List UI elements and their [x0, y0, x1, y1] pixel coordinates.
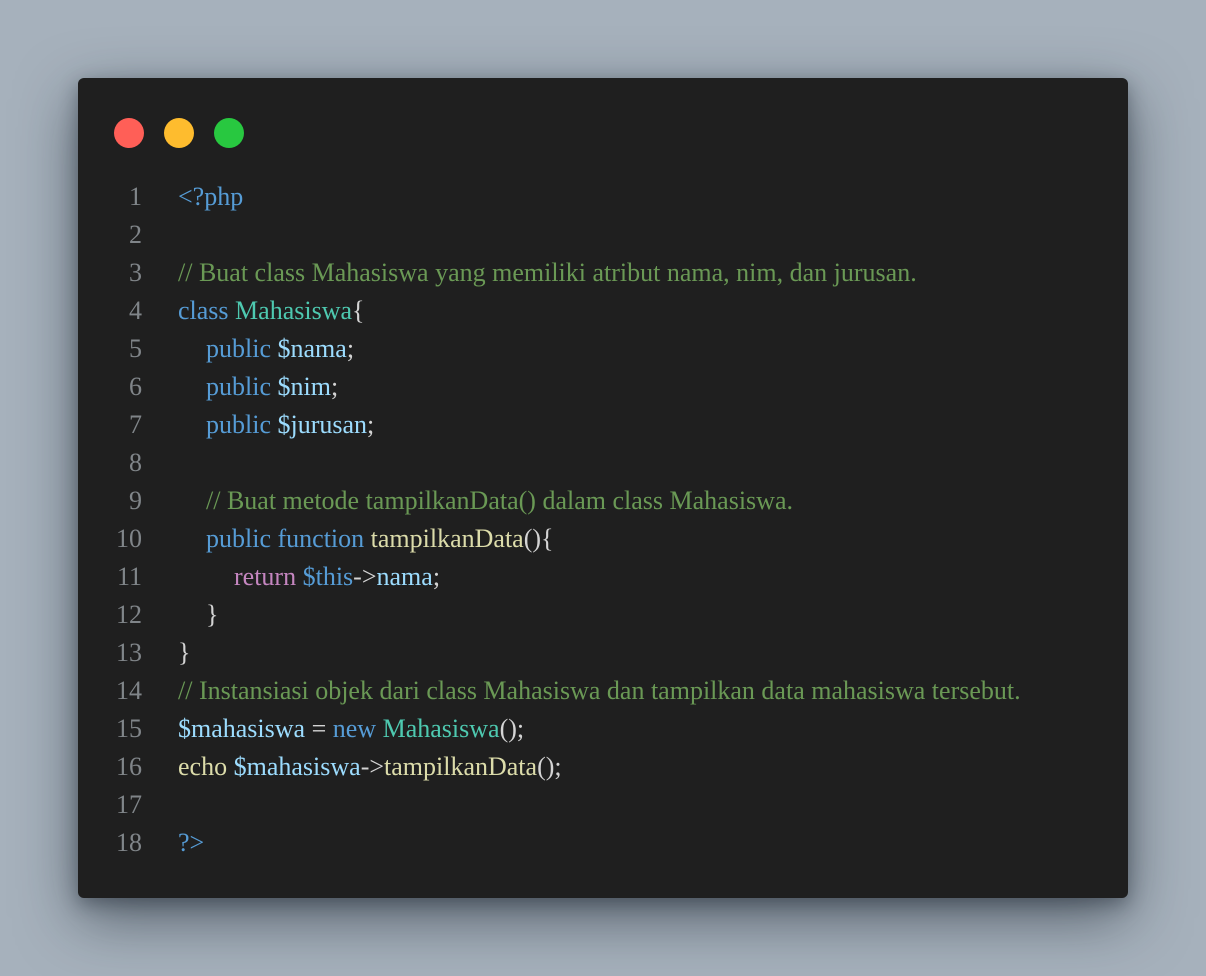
code-line: 11 return $this->nama; [78, 558, 1128, 596]
line-number: 10 [116, 524, 142, 553]
line-number: 16 [116, 752, 142, 781]
code-line: 18 ?> [78, 824, 1128, 862]
code-token: ; [330, 372, 339, 401]
line-number: 6 [129, 372, 142, 401]
code-token: public [206, 334, 278, 363]
code-line: 1 <?php [78, 178, 1128, 216]
code-token: = [305, 714, 333, 743]
code-line: 12} [78, 596, 1128, 634]
line-number: 14 [116, 676, 142, 705]
close-button[interactable] [114, 118, 144, 148]
code-token: ; [367, 410, 375, 439]
code-token: Mahasiswa [235, 296, 353, 325]
code-token: $jurusan [277, 410, 368, 439]
line-number: 1 [129, 182, 142, 211]
code-token: $mahasiswa [233, 752, 361, 781]
line-number: 11 [116, 562, 142, 591]
code-line: 4 class Mahasiswa{ [78, 292, 1128, 330]
code-text: // Buat class Mahasiswa yang memiliki at… [178, 254, 917, 292]
code-token: // Instansiasi objek dari class Mahasisw… [178, 676, 1021, 705]
code-token: public [206, 410, 278, 439]
code-line: 9 // Buat metode tampilkanData() dalam cl… [78, 482, 1128, 520]
code-token: echo [178, 752, 234, 781]
code-text: // Buat metode tampilkanData() dalam cla… [178, 482, 793, 520]
code-token: nama [376, 562, 433, 591]
code-text: ?> [178, 824, 204, 862]
line-number: 15 [116, 714, 142, 743]
code-line: 16 echo $mahasiswa->tampilkanData(); [78, 748, 1128, 786]
code-token: (); [499, 714, 525, 743]
code-token: return [234, 562, 303, 591]
code-token: <?php [178, 182, 244, 211]
line-number: 3 [129, 258, 142, 287]
code-line: 15 $mahasiswa = new Mahasiswa(); [78, 710, 1128, 748]
code-token: $this [302, 562, 354, 591]
line-number: 18 [116, 828, 142, 857]
line-number: 8 [129, 448, 142, 477]
code-token: ; [346, 334, 355, 363]
code-text: echo $mahasiswa->tampilkanData(); [178, 748, 562, 786]
line-number: 13 [116, 638, 142, 667]
code-text: return $this->nama; [178, 558, 440, 596]
code-text: <?php [178, 178, 243, 216]
code-token: -> [360, 752, 385, 781]
code-token: // Buat metode tampilkanData() dalam cla… [206, 486, 793, 515]
code-editor[interactable]: 1 <?php 2 3 // Buat class Mahasiswa yang mem… [78, 178, 1128, 862]
code-token: ?> [178, 828, 205, 857]
line-number: 7 [129, 410, 142, 439]
code-line: 14 // Instansiasi objek dari class Mahasi… [78, 672, 1128, 710]
code-token: -> [353, 562, 377, 591]
code-text: public $jurusan; [178, 406, 374, 444]
code-token: $nim [277, 372, 331, 401]
line-number: 2 [129, 220, 142, 249]
code-token: $mahasiswa [178, 714, 306, 743]
code-token: $nama [277, 334, 347, 363]
code-token: // Buat class Mahasiswa yang memiliki at… [178, 258, 917, 287]
code-text: } [178, 634, 190, 672]
code-line: 10 public function tampilkanData(){ [78, 520, 1128, 558]
code-token: class [178, 296, 236, 325]
code-line: 6 public $nim; [78, 368, 1128, 406]
code-token: { [352, 296, 365, 325]
code-token: new [332, 714, 383, 743]
code-token: tampilkanData [384, 752, 538, 781]
code-text: public function tampilkanData(){ [178, 520, 554, 558]
code-text: $mahasiswa = new Mahasiswa(); [178, 710, 524, 748]
code-text: class Mahasiswa{ [178, 292, 365, 330]
code-text: public $nim; [178, 368, 338, 406]
code-token: function [277, 524, 371, 553]
code-token: } [178, 638, 191, 667]
code-token: tampilkanData [370, 524, 524, 553]
code-window: 1 <?php 2 3 // Buat class Mahasiswa yang mem… [78, 78, 1128, 898]
code-line: 7 public $jurusan; [78, 406, 1128, 444]
line-number: 5 [129, 334, 142, 363]
code-token: ; [432, 562, 441, 591]
code-line: 5 public $nama; [78, 330, 1128, 368]
code-token: (); [537, 752, 562, 781]
line-number: 12 [116, 600, 142, 629]
code-token: public [206, 524, 278, 553]
code-token: (){ [523, 524, 554, 553]
code-line: 13} [78, 634, 1128, 672]
line-number: 4 [129, 296, 142, 325]
code-text: } [178, 596, 218, 634]
code-line: 17 [78, 786, 1128, 824]
code-line: 8 [78, 444, 1128, 482]
code-text: // Instansiasi objek dari class Mahasisw… [178, 672, 1021, 710]
minimize-button[interactable] [164, 118, 194, 148]
line-number: 9 [129, 486, 142, 515]
code-text: public $nama; [178, 330, 354, 368]
code-line: 2 [78, 216, 1128, 254]
code-token: Mahasiswa [382, 714, 500, 743]
line-number: 17 [116, 790, 142, 819]
code-token: public [206, 372, 278, 401]
code-line: 3 // Buat class Mahasiswa yang memiliki a… [78, 254, 1128, 292]
maximize-button[interactable] [214, 118, 244, 148]
code-token: } [206, 600, 219, 629]
